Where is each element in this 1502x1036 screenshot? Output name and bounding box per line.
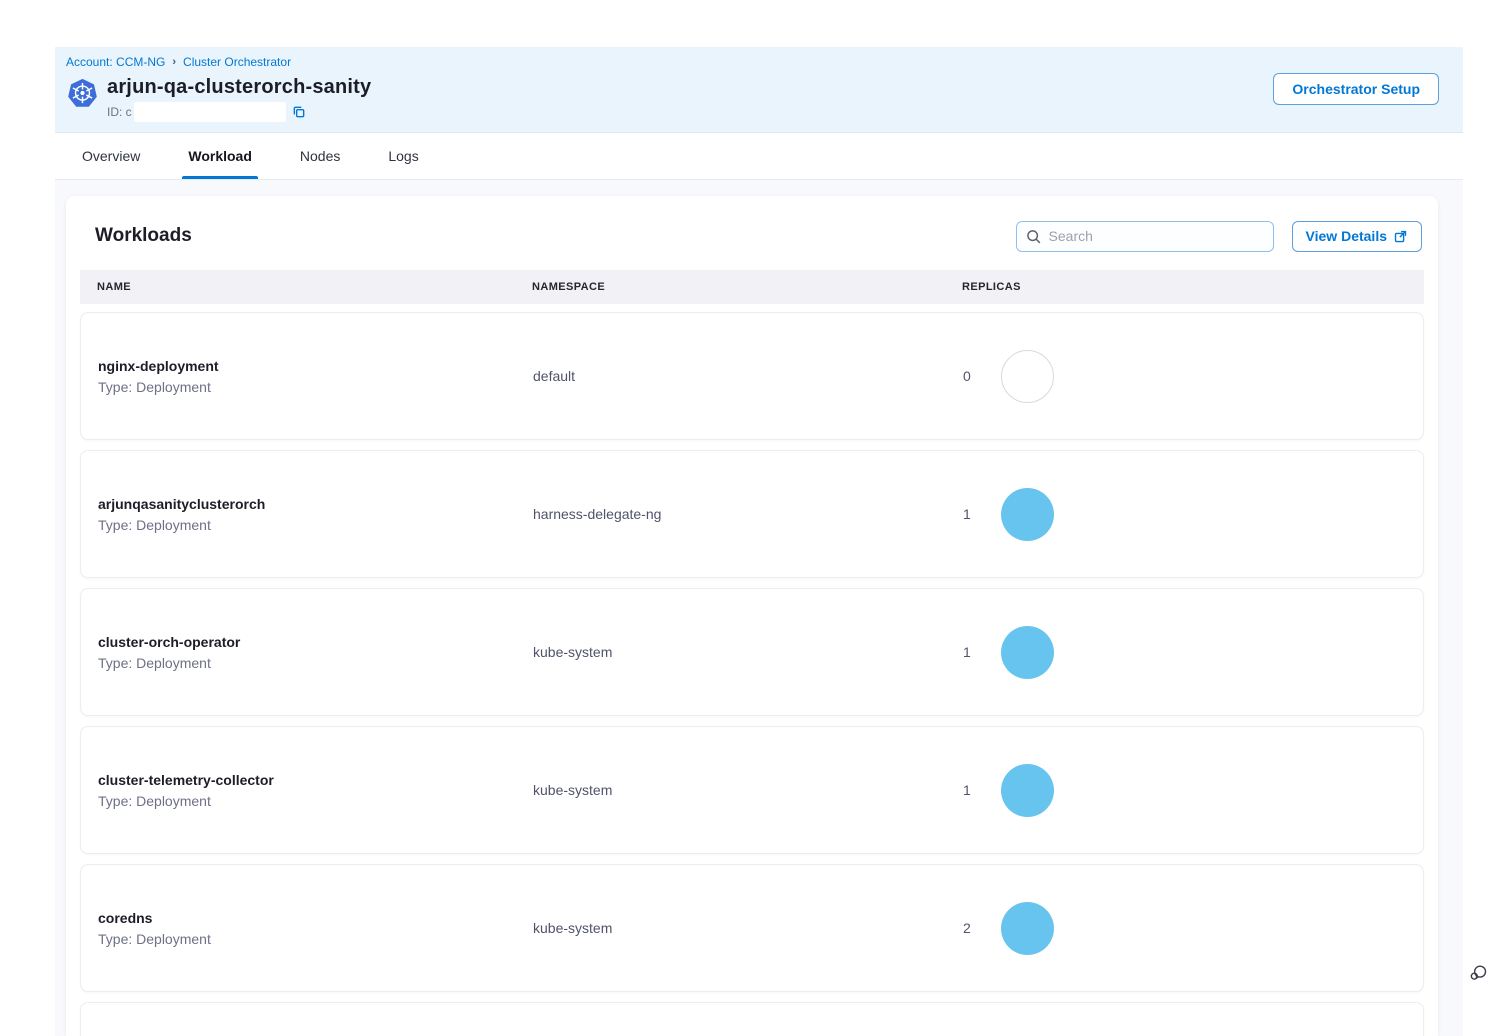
kubernetes-icon [66,76,99,111]
chat-help-button[interactable] [1468,962,1489,988]
workload-type: Type: Deployment [98,793,533,809]
tab-bar: Overview Workload Nodes Logs [55,133,1463,180]
cluster-id-label: ID: c [107,105,132,119]
workload-type: Type: Deployment [98,931,533,947]
replicas-indicator [1001,626,1054,679]
chat-bubble-icon [1468,962,1489,983]
workloads-title: Workloads [95,225,1016,247]
workloads-table: nginx-deployment Type: Deployment defaul… [80,312,1424,1036]
workload-type: Type: Deployment [98,379,533,395]
workload-name: arjunqasanityclusterorch [98,496,533,512]
page-title: arjun-qa-clusterorch-sanity [107,76,371,99]
workload-namespace: harness-delegate-ng [533,506,963,522]
page-header: Account: CCM-NG › Cluster Orchestrator [55,47,1463,133]
breadcrumb-account[interactable]: Account: CCM-NG [66,55,165,69]
replicas-count: 2 [963,920,975,936]
workload-name: coredns [98,910,533,926]
table-row[interactable] [80,1002,1424,1036]
replicas-indicator [1001,902,1054,955]
tab-logs[interactable]: Logs [388,133,418,179]
orchestrator-setup-button[interactable]: Orchestrator Setup [1273,73,1439,105]
replicas-count: 1 [963,782,975,798]
table-header: NAMENAMESPACEREPLICAS [80,270,1424,304]
breadcrumb-section[interactable]: Cluster Orchestrator [183,55,291,69]
replicas-indicator [1001,764,1054,817]
table-row[interactable]: arjunqasanityclusterorch Type: Deploymen… [80,450,1424,578]
column-header: REPLICAS [962,281,1424,293]
workloads-panel: Workloads View Details [66,196,1438,1036]
column-header: NAMESPACE [532,281,962,293]
search-icon [1025,228,1042,245]
workload-type: Type: Deployment [98,517,533,533]
replicas-count: 0 [963,368,975,384]
table-row[interactable]: nginx-deployment Type: Deployment defaul… [80,312,1424,440]
breadcrumb-separator-icon: › [172,56,176,68]
workload-namespace: kube-system [533,644,963,660]
replicas-indicator [1001,488,1054,541]
table-row[interactable]: cluster-orch-operator Type: Deployment k… [80,588,1424,716]
cluster-id-redacted [134,102,286,122]
external-link-icon [1393,229,1408,244]
cluster-orchestrator-app: Account: CCM-NG › Cluster Orchestrator [55,47,1463,1036]
view-details-button[interactable]: View Details [1292,221,1422,252]
copy-icon[interactable] [292,105,306,119]
replicas-count: 1 [963,506,975,522]
workload-namespace: kube-system [533,782,963,798]
table-row[interactable]: cluster-telemetry-collector Type: Deploy… [80,726,1424,854]
breadcrumb: Account: CCM-NG › Cluster Orchestrator [66,55,1439,69]
search-box [1016,221,1274,252]
tab-workload[interactable]: Workload [188,133,252,179]
workload-name: cluster-orch-operator [98,634,533,650]
workload-namespace: default [533,368,963,384]
workload-name: cluster-telemetry-collector [98,772,533,788]
view-details-label: View Details [1306,228,1387,244]
tab-overview[interactable]: Overview [82,133,140,179]
replicas-count: 1 [963,644,975,660]
workload-namespace: kube-system [533,920,963,936]
workload-name: nginx-deployment [98,358,533,374]
content-area: Workloads View Details [55,180,1463,1036]
search-input[interactable] [1016,221,1274,252]
tab-nodes[interactable]: Nodes [300,133,340,179]
table-row[interactable]: coredns Type: Deployment kube-system 2 [80,864,1424,992]
column-header: NAME [97,281,532,293]
replicas-indicator [1001,350,1054,403]
workload-type: Type: Deployment [98,655,533,671]
